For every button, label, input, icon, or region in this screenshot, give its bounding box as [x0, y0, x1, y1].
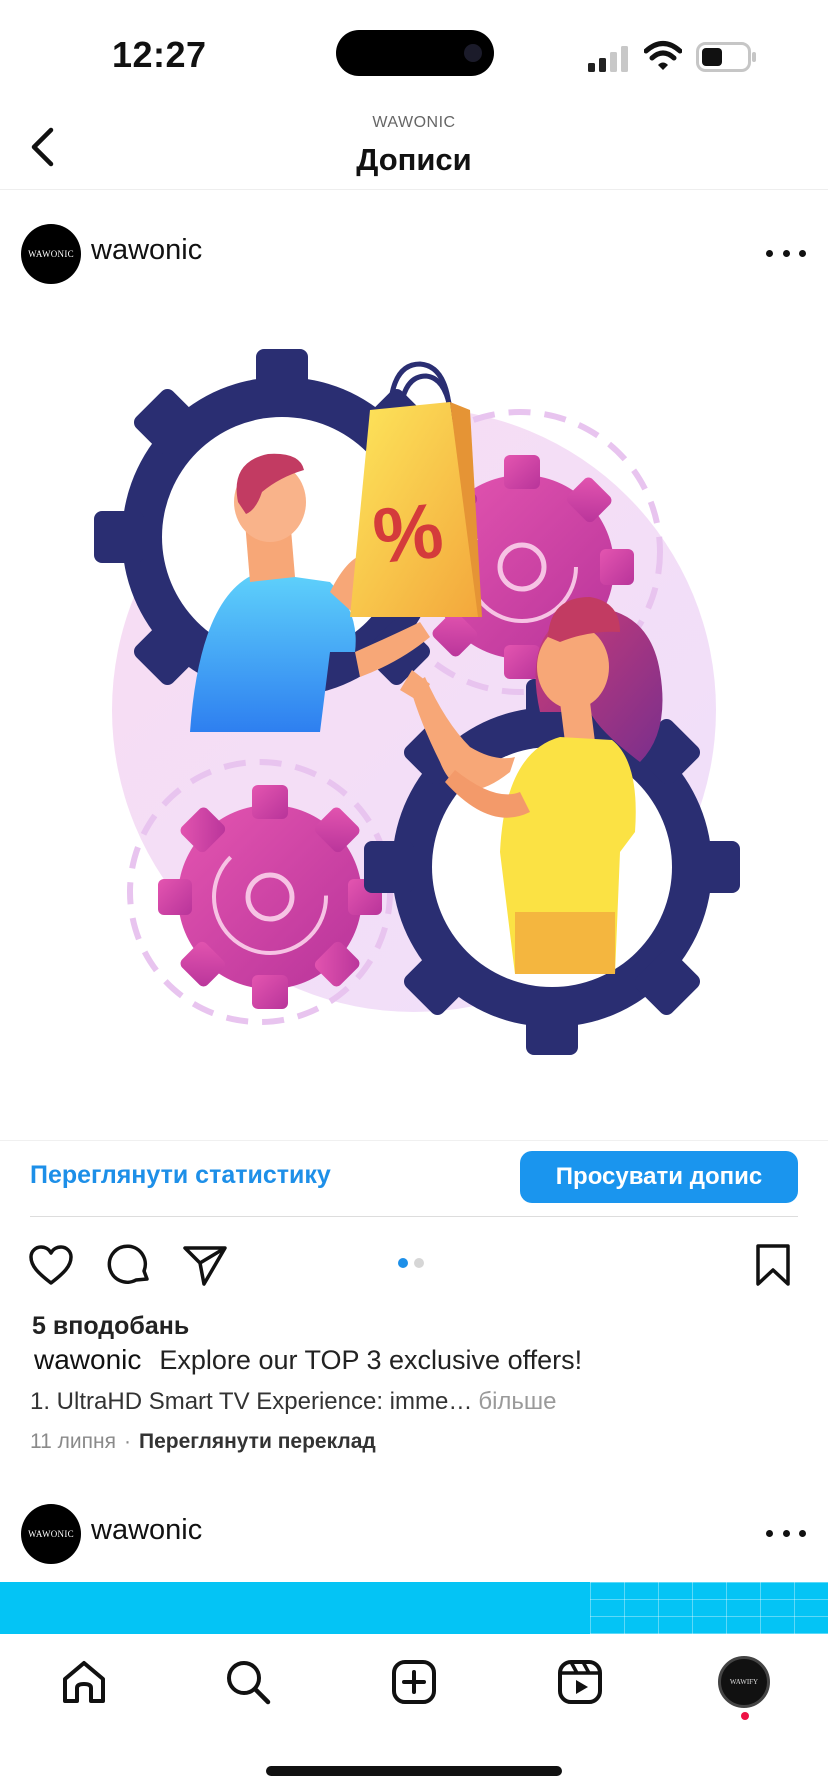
comment-button[interactable]: [104, 1240, 154, 1290]
caption-username[interactable]: wawonic: [34, 1344, 141, 1375]
caption-continuation: 1. UltraHD Smart TV Experience: imme…: [30, 1388, 473, 1415]
heart-icon: [29, 1245, 73, 1285]
comment-icon: [107, 1244, 149, 1284]
share-button[interactable]: [180, 1240, 230, 1290]
reels-icon: [558, 1660, 602, 1704]
tab-reels[interactable]: [550, 1652, 610, 1712]
bookmark-icon: [756, 1244, 790, 1286]
nav-subtitle: WAWONIC: [372, 114, 456, 131]
carousel-dot: [414, 1258, 424, 1268]
post-date: 11 липня: [30, 1430, 116, 1453]
wifi-icon: [644, 41, 682, 70]
carousel-indicator: [398, 1258, 424, 1268]
avatar-text: WAWONIC: [28, 1529, 74, 1539]
caption-line-2: 1. UltraHD Smart TV Experience: imme… біл…: [30, 1388, 557, 1416]
home-icon: [63, 1661, 105, 1703]
page-title: Дописи: [356, 142, 472, 177]
carousel-dot-active: [398, 1258, 408, 1268]
more-dot-icon: [766, 1529, 773, 1537]
tab-create[interactable]: [384, 1652, 444, 1712]
more-dot-icon: [799, 249, 806, 257]
create-icon: [392, 1660, 436, 1704]
profile-avatar-text: WAWIFY: [729, 1678, 759, 1686]
avatar[interactable]: WAWONIC: [21, 224, 81, 284]
profile-avatar: WAWIFY: [718, 1656, 770, 1708]
caption-text: Explore our TOP 3 exclusive offers!: [159, 1345, 583, 1375]
gears-illustration: %: [94, 349, 740, 1055]
grid-pattern: [590, 1582, 828, 1634]
post-username[interactable]: wawonic: [91, 234, 202, 267]
post-header: WAWONIC wawonic: [0, 212, 828, 292]
post-actions: [0, 1234, 828, 1294]
promote-post-button[interactable]: Просувати допис: [520, 1151, 798, 1203]
avatar-text: WAWONIC: [28, 249, 74, 259]
camera-icon: [464, 44, 482, 62]
tab-search[interactable]: [218, 1652, 278, 1712]
more-options-button[interactable]: [766, 1518, 806, 1548]
caption: wawonic Explore our TOP 3 exclusive offer…: [34, 1344, 582, 1376]
save-button[interactable]: [748, 1240, 798, 1290]
nav-header: WAWONIC Дописи: [0, 108, 828, 190]
promo-row: Переглянути статистику Просувати допис: [0, 1140, 828, 1216]
cellular-signal-icon: [588, 46, 628, 72]
see-translation-link[interactable]: Переглянути переклад: [139, 1430, 376, 1453]
notification-dot: [741, 1712, 749, 1720]
post-image-2[interactable]: [0, 1582, 828, 1634]
dynamic-island: [336, 30, 494, 76]
post-username[interactable]: wawonic: [91, 1514, 202, 1547]
view-insights-link[interactable]: Переглянути статистику: [30, 1161, 331, 1190]
tab-home[interactable]: [54, 1652, 114, 1712]
like-button[interactable]: [26, 1240, 76, 1290]
post-meta: 11 липня · Переглянути переклад: [30, 1430, 376, 1454]
send-icon: [183, 1246, 227, 1286]
likes-count[interactable]: 5 вподобань: [32, 1312, 189, 1341]
home-indicator: [266, 1766, 562, 1776]
more-dot-icon: [766, 249, 773, 257]
percent-sign: %: [369, 486, 447, 581]
status-time: 12:27: [112, 34, 207, 75]
search-icon: [227, 1661, 271, 1705]
more-dot-icon: [799, 1529, 806, 1537]
more-link[interactable]: більше: [478, 1388, 556, 1415]
more-dot-icon: [782, 1529, 790, 1537]
more-options-button[interactable]: [766, 238, 806, 268]
divider: [30, 1216, 798, 1217]
post-image[interactable]: %: [0, 292, 828, 1140]
post-header-2: WAWONIC wawonic: [0, 1492, 828, 1572]
tab-profile[interactable]: WAWIFY: [714, 1652, 774, 1712]
separator: ·: [123, 1430, 131, 1453]
status-bar: 12:27: [0, 0, 828, 108]
avatar[interactable]: WAWONIC: [21, 1504, 81, 1564]
battery-icon: [696, 42, 756, 72]
more-dot-icon: [782, 249, 790, 257]
